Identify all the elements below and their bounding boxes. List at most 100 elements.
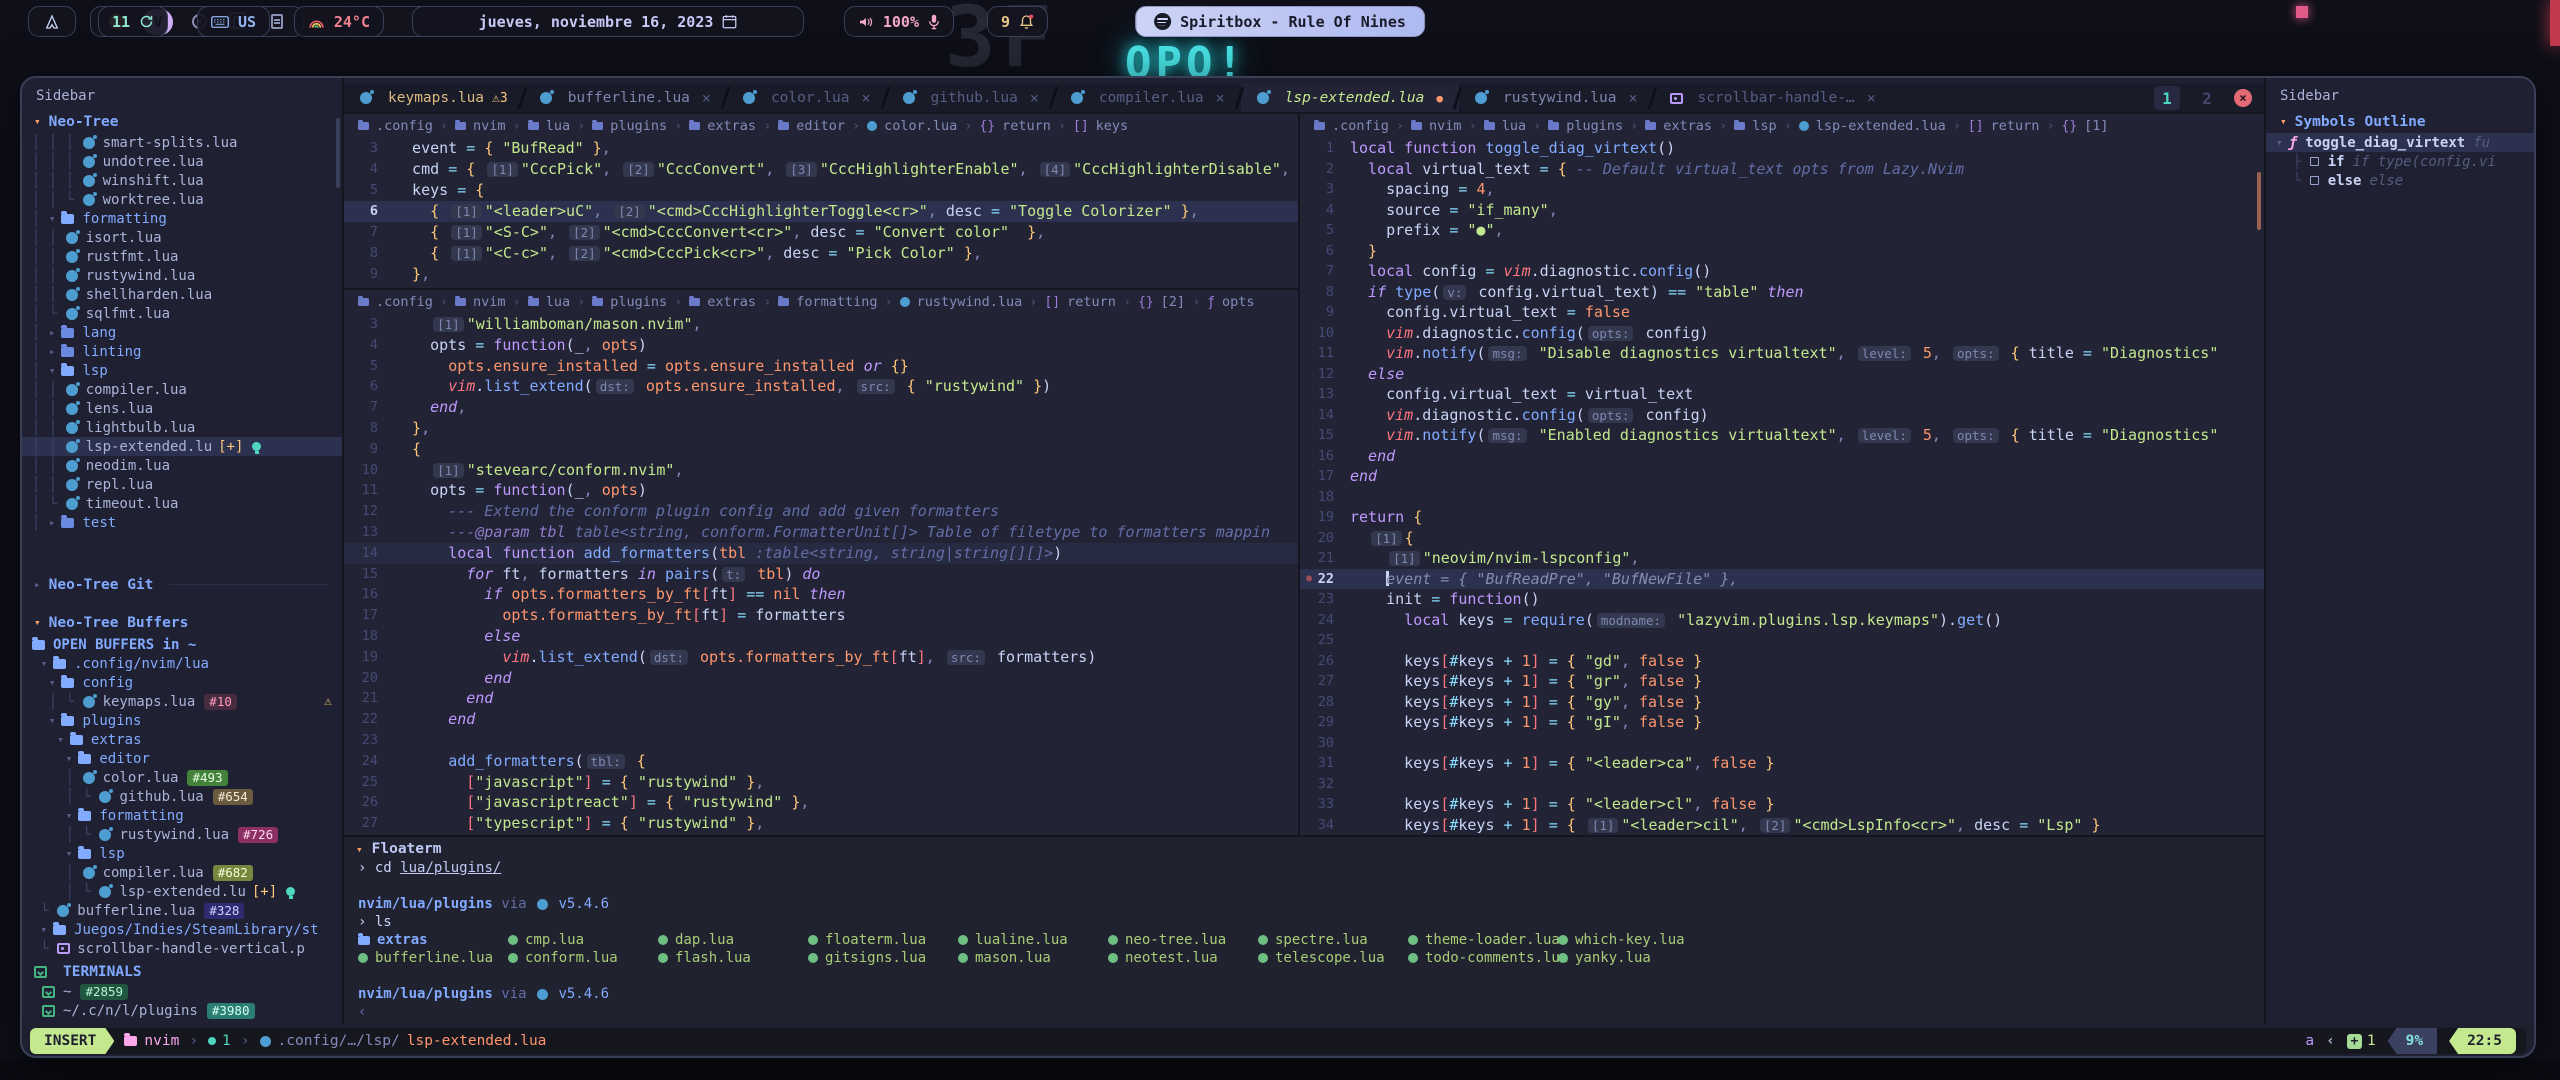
code-line[interactable]: 17end: [1300, 466, 2264, 487]
file-entry[interactable]: neotest.lua: [1108, 949, 1258, 967]
file-entry[interactable]: bufferline.lua: [358, 949, 508, 967]
chevron-right-icon[interactable]: ▸: [49, 516, 56, 529]
code-line[interactable]: 3 event = { "BufRead" },: [344, 138, 1298, 159]
chevron-down-icon[interactable]: ▾: [66, 809, 73, 822]
tree-item[interactable]: │ ▸linting: [22, 342, 342, 361]
chevron-down-icon[interactable]: ▾: [49, 676, 56, 689]
code-line[interactable]: 21 end: [344, 688, 1298, 709]
editor-rustywind-lua[interactable]: .config›nvim›lua›plugins›extras›formatti…: [344, 288, 1298, 834]
tree-item[interactable]: │ │ │ smart-splits.lua: [22, 133, 342, 152]
code-line[interactable]: 19return {: [1300, 507, 2264, 528]
symbols-outline-header[interactable]: ▾ Symbols Outline: [2270, 112, 2530, 131]
launcher-button[interactable]: [28, 6, 76, 37]
close-icon[interactable]: ×: [1629, 89, 1638, 107]
tree-item[interactable]: │ │ └ worktree.lua: [22, 190, 342, 209]
tree-item[interactable]: │ │ shellharden.lua: [22, 285, 342, 304]
file-entry[interactable]: gitsigns.lua: [808, 949, 958, 967]
code-line[interactable]: 18 else: [344, 626, 1298, 647]
chevron-down-icon[interactable]: ▾: [57, 733, 64, 746]
file-entry[interactable]: mason.lua: [958, 949, 1108, 967]
tree-item[interactable]: │ ▾formatting: [22, 209, 342, 228]
code-line[interactable]: 23 init = function(): [1300, 589, 2264, 610]
code-line[interactable]: 24 local keys = require(modname: "lazyvi…: [1300, 610, 2264, 631]
code-line[interactable]: 4 opts = function(_, opts): [344, 335, 1298, 356]
tree-item[interactable]: │ └ timeout.lua: [22, 494, 342, 513]
chevron-down-icon[interactable]: ▾: [49, 714, 56, 727]
code-line[interactable]: 6 }: [1300, 241, 2264, 262]
file-entry[interactable]: telescope.lua: [1258, 949, 1408, 967]
code-line[interactable]: 3 [1]"williamboman/mason.nvim",: [344, 314, 1298, 335]
code-line[interactable]: 5 opts.ensure_installed = opts.ensure_in…: [344, 356, 1298, 377]
code-line[interactable]: 9 },: [344, 264, 1298, 285]
tab-github-lua[interactable]: github.lua×: [887, 84, 1055, 112]
code-line[interactable]: 8 },: [344, 418, 1298, 439]
tree-item[interactable]: ▾lsp: [22, 844, 342, 863]
code-line[interactable]: 13 ---@param tbl table<string, conform.F…: [344, 522, 1298, 543]
code-line[interactable]: 25: [1300, 630, 2264, 651]
tree-item[interactable]: │ │ rustywind.lua: [22, 266, 342, 285]
code-line[interactable]: 2 local virtual_text = { -- Default virt…: [1300, 159, 2264, 180]
neo-tree-git-section-header[interactable]: ▸ Neo-Tree Git: [24, 575, 338, 594]
code-line[interactable]: 7 local config = vim.diagnostic.config(): [1300, 261, 2264, 282]
code-line[interactable]: 27 keys[#keys + 1] = { "gr", false }: [1300, 671, 2264, 692]
tree-item[interactable]: │ └ github.lua#654: [22, 787, 342, 806]
code-line[interactable]: 11 opts = function(_, opts): [344, 480, 1298, 501]
chevron-down-icon[interactable]: ▾: [40, 923, 47, 936]
tree-item[interactable]: OPEN BUFFERS in ~: [22, 635, 342, 654]
chevron-down-icon[interactable]: ▾: [66, 847, 73, 860]
tree-item[interactable]: │ │ neodim.lua: [22, 456, 342, 475]
code-line[interactable]: 4 cmd = { [1]"CccPick", [2]"CccConvert",…: [344, 159, 1298, 180]
tree-item[interactable]: ▾Juegos/Indies/SteamLibrary/st: [22, 920, 342, 939]
audio-widget[interactable]: 100%: [844, 6, 954, 37]
close-icon[interactable]: ×: [1216, 89, 1225, 107]
terminals-section-header[interactable]: TERMINALS: [24, 962, 338, 981]
file-entry[interactable]: extras: [358, 931, 508, 949]
code-line[interactable]: 12 --- Extend the conform plugin config …: [344, 501, 1298, 522]
code-line[interactable]: 33 keys[#keys + 1] = { "<leader>cl", fal…: [1300, 794, 2264, 815]
close-icon[interactable]: ×: [862, 89, 871, 107]
code-line[interactable]: 7 end,: [344, 397, 1298, 418]
file-entry[interactable]: which-key.lua: [1558, 931, 1708, 949]
tree-item[interactable]: │ │ │ winshift.lua: [22, 171, 342, 190]
code-line[interactable]: 5 prefix = "●",: [1300, 220, 2264, 241]
floaterm-header[interactable]: ▾ Floaterm: [344, 837, 2264, 859]
editor-color-lua[interactable]: .config›nvim›lua›plugins›extras›editor›c…: [344, 114, 1298, 285]
close-icon[interactable]: ×: [1030, 89, 1039, 107]
code-line[interactable]: 6 { [1]"<leader>uC", [2]"<cmd>CccHighlig…: [344, 201, 1298, 222]
file-entry[interactable]: lualine.lua: [958, 931, 1108, 949]
weather-widget[interactable]: 24°C: [294, 6, 384, 37]
tree-item[interactable]: │ ▾lsp: [22, 361, 342, 380]
tree-item[interactable]: │ └ sqlfmt.lua: [22, 304, 342, 323]
code-line[interactable]: 11 vim.notify(msg: "Disable diagnostics …: [1300, 343, 2264, 364]
tree-item[interactable]: │ │ compiler.lua: [22, 380, 342, 399]
tree-item[interactable]: ▾plugins: [22, 711, 342, 730]
code-line[interactable]: 12 else: [1300, 364, 2264, 385]
tree-item[interactable]: │ └ rustywind.lua#726: [22, 825, 342, 844]
code-line[interactable]: 1local function toggle_diag_virtext(): [1300, 138, 2264, 159]
close-icon[interactable]: ×: [1867, 89, 1876, 107]
code-line[interactable]: 26 ["javascriptreact"] = { "rustywind" }…: [344, 792, 1298, 813]
tree-item[interactable]: │ │ rustfmt.lua: [22, 247, 342, 266]
code-line[interactable]: 20 [1]{: [1300, 528, 2264, 549]
code-line[interactable]: 29 keys[#keys + 1] = { "gI", false }: [1300, 712, 2264, 733]
file-entry[interactable]: floaterm.lua: [808, 931, 958, 949]
file-entry[interactable]: yanky.lua: [1558, 949, 1708, 967]
tree-item[interactable]: │ │ isort.lua: [22, 228, 342, 247]
code-line[interactable]: 7 { [1]"<S-C>", [2]"<cmd>CccConvert<cr>"…: [344, 222, 1298, 243]
chevron-right-icon[interactable]: ▸: [49, 326, 56, 339]
tree-item[interactable]: ▾formatting: [22, 806, 342, 825]
tree-item[interactable]: │ │ lens.lua: [22, 399, 342, 418]
code-line[interactable]: 28 keys[#keys + 1] = { "gy", false }: [1300, 692, 2264, 713]
clock-widget[interactable]: jueves, noviembre 16, 2023: [412, 6, 804, 37]
code-line[interactable]: 21 [1]"neovim/nvim-lspconfig",: [1300, 548, 2264, 569]
code-line[interactable]: 20 end: [344, 668, 1298, 689]
chevron-down-icon[interactable]: ▾: [49, 364, 56, 377]
neo-tree-buffers-section-header[interactable]: ▾ Neo-Tree Buffers: [24, 613, 338, 632]
notifications-widget[interactable]: 9: [987, 6, 1048, 37]
neo-tree-section-header[interactable]: ▾ Neo-Tree: [24, 112, 338, 131]
close-icon[interactable]: ×: [702, 89, 711, 107]
tree-item[interactable]: │ color.lua#493: [22, 768, 342, 787]
tree-item[interactable]: │ │ repl.lua: [22, 475, 342, 494]
outline-item[interactable]: ▾ƒtoggle_diag_virtextfu: [2266, 133, 2534, 152]
code-line[interactable]: 23: [344, 730, 1298, 751]
